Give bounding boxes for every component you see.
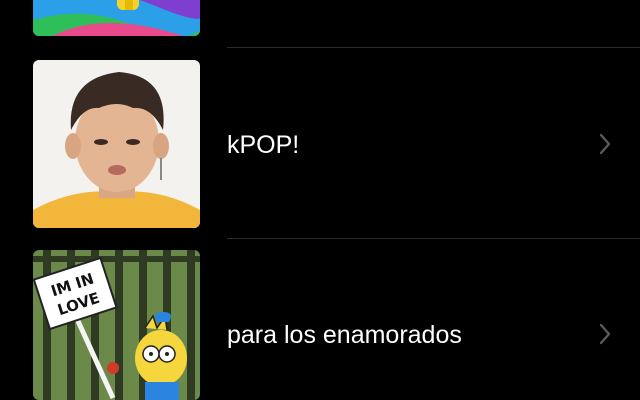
list-item[interactable]: IM IN LOVE para los enamorados	[0, 248, 640, 400]
thumbnail-image: IM IN LOVE	[33, 250, 200, 400]
chevron-right-icon	[599, 133, 611, 155]
list-item[interactable]: kPOP!	[0, 58, 640, 230]
list-item-title: kPOP!	[227, 131, 300, 159]
list-item-title: para los enamorados	[227, 321, 462, 349]
list-separator	[227, 238, 640, 239]
chevron-right-icon	[599, 323, 611, 345]
thumbnail-image	[33, 60, 200, 228]
list-separator	[227, 47, 640, 48]
list-item[interactable]	[0, 0, 640, 48]
thumbnail-image	[33, 0, 200, 36]
